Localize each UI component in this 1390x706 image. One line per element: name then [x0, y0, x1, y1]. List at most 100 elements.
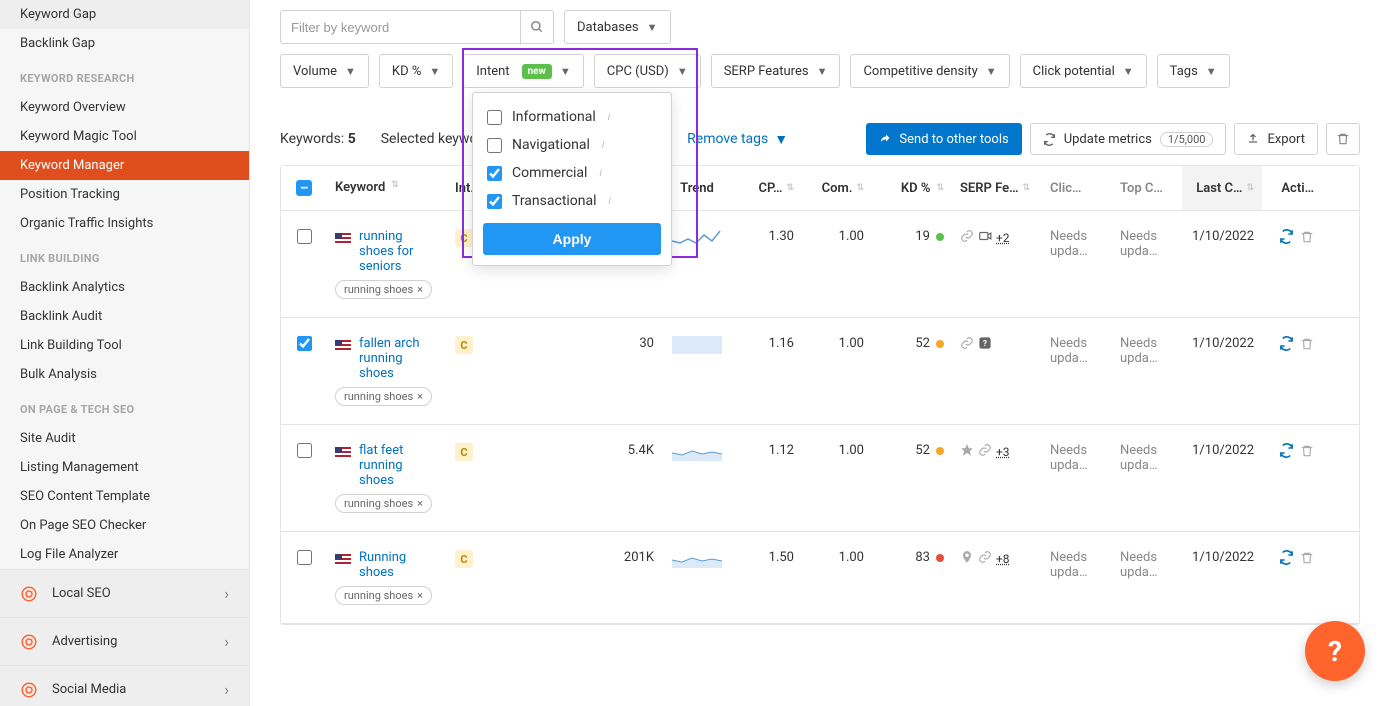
- intent-option[interactable]: Transactionali: [483, 187, 661, 215]
- info-icon[interactable]: i: [609, 196, 611, 207]
- question-icon: ?: [1328, 635, 1342, 668]
- target-icon: [20, 681, 38, 699]
- intent-checkbox[interactable]: [487, 194, 502, 209]
- apply-button[interactable]: Apply: [483, 223, 661, 255]
- intent-checkbox[interactable]: [487, 110, 502, 125]
- sidebar-item[interactable]: Keyword Overview: [0, 93, 249, 122]
- intent-option[interactable]: Commerciali: [483, 159, 661, 187]
- sidebar-item[interactable]: Keyword Gap: [0, 0, 249, 29]
- keyword-tag[interactable]: running shoes ×: [335, 387, 432, 406]
- keyword-tag[interactable]: running shoes ×: [335, 494, 432, 513]
- send-to-tools-button[interactable]: Send to other tools: [866, 123, 1021, 155]
- delete-row-button[interactable]: [1300, 444, 1314, 462]
- refresh-row-button[interactable]: [1279, 443, 1294, 462]
- update-count-badge: 1/5,000: [1160, 132, 1214, 147]
- sidebar-item[interactable]: Organic Traffic Insights: [0, 209, 249, 238]
- col-top[interactable]: Top C…: [1112, 166, 1182, 210]
- kd-dot-icon: [936, 447, 944, 455]
- sidebar-footer-item[interactable]: Social Media›: [0, 665, 249, 706]
- intent-checkbox[interactable]: [487, 138, 502, 153]
- intent-filter[interactable]: Intent new ▼: [463, 54, 584, 88]
- intent-checkbox[interactable]: [487, 166, 502, 181]
- export-button[interactable]: Export: [1234, 123, 1318, 155]
- sidebar-footer-item[interactable]: Local SEO›: [0, 569, 249, 617]
- sidebar-item[interactable]: Keyword Manager: [0, 151, 249, 180]
- sidebar-item[interactable]: Backlink Analytics: [0, 273, 249, 302]
- search-button[interactable]: [520, 10, 554, 44]
- intent-option[interactable]: Informationali: [483, 103, 661, 131]
- sidebar-footer-item[interactable]: Advertising›: [0, 617, 249, 665]
- row-checkbox[interactable]: [297, 229, 312, 244]
- volume-filter[interactable]: Volume▼: [280, 54, 369, 88]
- sidebar-item[interactable]: Site Audit: [0, 424, 249, 453]
- refresh-row-button[interactable]: [1279, 550, 1294, 569]
- delete-row-button[interactable]: [1300, 230, 1314, 248]
- sidebar-item[interactable]: Listing Management: [0, 453, 249, 482]
- kd-filter[interactable]: KD %▼: [379, 54, 453, 88]
- row-checkbox[interactable]: [297, 443, 312, 458]
- kd-dot-icon: [936, 554, 944, 562]
- click-potential-filter[interactable]: Click potential▼: [1020, 54, 1147, 88]
- serp-more-link[interactable]: +2: [996, 231, 1010, 245]
- table-row: fallen arch running shoes running shoes ×…: [281, 318, 1359, 425]
- col-com[interactable]: Com.⇅: [802, 166, 872, 210]
- flag-us-icon: [335, 554, 351, 564]
- remove-tag-icon[interactable]: ×: [417, 283, 423, 296]
- trend-sparkline: [662, 229, 732, 247]
- top-competitor-value: Needs upda…: [1112, 443, 1182, 473]
- info-icon[interactable]: i: [602, 140, 604, 151]
- update-metrics-button[interactable]: Update metrics 1/5,000: [1030, 123, 1227, 155]
- sidebar-item[interactable]: Log File Analyzer: [0, 540, 249, 569]
- serp-more-link[interactable]: +8: [996, 552, 1010, 566]
- databases-dropdown[interactable]: Databases▼: [564, 10, 671, 44]
- remove-tag-icon[interactable]: ×: [417, 497, 423, 510]
- tags-filter[interactable]: Tags▼: [1157, 54, 1230, 88]
- col-kd[interactable]: KD %⇅: [872, 166, 952, 210]
- refresh-row-button[interactable]: [1279, 229, 1294, 248]
- help-button[interactable]: ?: [1305, 621, 1365, 681]
- sidebar-item[interactable]: SEO Content Template: [0, 482, 249, 511]
- sidebar-item[interactable]: Link Building Tool: [0, 331, 249, 360]
- last-check-value: 1/10/2022: [1182, 443, 1262, 458]
- sidebar-item[interactable]: Backlink Audit: [0, 302, 249, 331]
- col-serp[interactable]: SERP Fe…⇅: [952, 166, 1042, 210]
- info-icon[interactable]: i: [599, 168, 601, 179]
- col-last-check[interactable]: Last C…⇅: [1182, 166, 1262, 210]
- delete-row-button[interactable]: [1300, 337, 1314, 355]
- col-click[interactable]: Clic…: [1042, 166, 1112, 210]
- keywords-table: – Keyword⇅ Int… Vol… Trend CP…⇅ Com.⇅ KD…: [280, 165, 1360, 625]
- competitive-density-filter[interactable]: Competitive density▼: [850, 54, 1009, 88]
- filter-keyword-input[interactable]: [280, 10, 520, 44]
- remove-tags-link[interactable]: Remove tags ▼: [687, 131, 788, 148]
- remove-tag-icon[interactable]: ×: [417, 589, 423, 602]
- sidebar-item[interactable]: Backlink Gap: [0, 29, 249, 58]
- keyword-link[interactable]: running shoes for seniors: [359, 229, 439, 274]
- delete-row-button[interactable]: [1300, 551, 1314, 569]
- intent-badge: C: [455, 443, 473, 461]
- select-all-checkbox[interactable]: –: [296, 180, 312, 196]
- keyword-link[interactable]: Running shoes: [359, 550, 439, 580]
- row-checkbox[interactable]: [297, 336, 312, 351]
- keyword-link[interactable]: flat feet running shoes: [359, 443, 439, 488]
- remove-tag-icon[interactable]: ×: [417, 390, 423, 403]
- delete-all-button[interactable]: [1326, 123, 1360, 155]
- sidebar-item[interactable]: Bulk Analysis: [0, 360, 249, 389]
- sidebar-item[interactable]: Position Tracking: [0, 180, 249, 209]
- info-icon[interactable]: i: [608, 112, 610, 123]
- cpc-filter[interactable]: CPC (USD)▼: [594, 54, 701, 88]
- new-badge: new: [522, 64, 552, 79]
- refresh-row-button[interactable]: [1279, 336, 1294, 355]
- col-trend[interactable]: Trend: [662, 166, 732, 210]
- keyword-link[interactable]: fallen arch running shoes: [359, 336, 439, 381]
- sidebar-item[interactable]: On Page SEO Checker: [0, 511, 249, 540]
- col-keyword[interactable]: Keyword⇅: [327, 166, 447, 210]
- row-checkbox[interactable]: [297, 550, 312, 565]
- intent-option[interactable]: Navigationali: [483, 131, 661, 159]
- serp-more-link[interactable]: +3: [996, 445, 1010, 459]
- keyword-tag[interactable]: running shoes ×: [335, 586, 432, 605]
- col-cpc[interactable]: CP…⇅: [732, 166, 802, 210]
- sidebar-item[interactable]: Keyword Magic Tool: [0, 122, 249, 151]
- table-row: Running shoesrunning shoes ×C201K1.501.0…: [281, 532, 1359, 624]
- serp-features-filter[interactable]: SERP Features▼: [711, 54, 841, 88]
- keyword-tag[interactable]: running shoes ×: [335, 280, 432, 299]
